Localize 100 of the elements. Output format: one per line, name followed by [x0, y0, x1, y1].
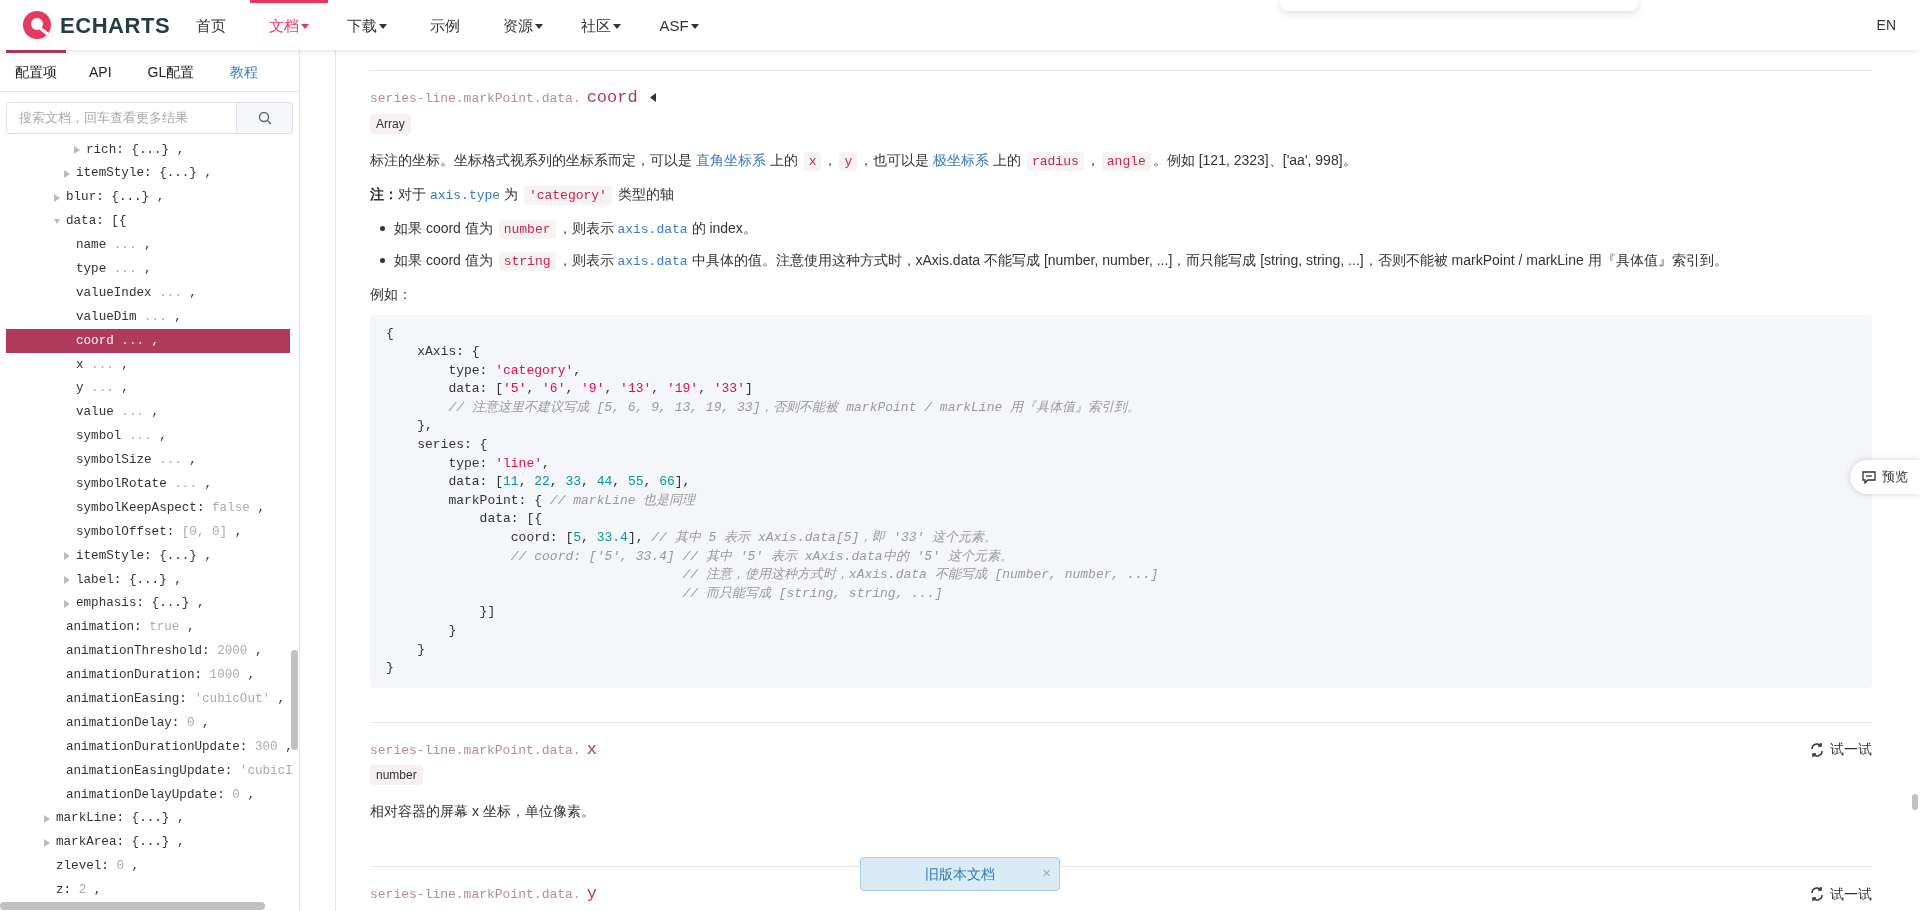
refresh-icon — [1810, 887, 1824, 902]
tree-item[interactable]: x ... , — [6, 353, 290, 377]
inline-code: number — [498, 219, 556, 239]
tree-item[interactable]: y ... , — [6, 376, 290, 401]
code-line: data: ['5', '6', '9', '13', '19', '33'] — [447, 380, 753, 399]
type-badge: Array — [370, 113, 411, 134]
caret-right-icon — [64, 169, 70, 178]
nav-item[interactable]: 首页 — [172, 0, 250, 50]
scrollbar-thumb[interactable] — [1912, 794, 1918, 810]
code-link[interactable]: axis.type — [429, 187, 501, 203]
tree-item[interactable]: animation: true , — [6, 615, 290, 640]
code-line: // 而只能写成 [string, string, ...] — [681, 584, 943, 603]
caret-down-icon — [54, 217, 60, 226]
code-line: // coord: ['5', 33.4] // 其中 '5' 表示 xAxis.data中的 '5' 这个元素。 — [509, 547, 1013, 566]
chat-icon — [1862, 470, 1876, 484]
preview-button[interactable]: 预览 — [1850, 460, 1920, 494]
tree-item[interactable]: symbol ... , — [6, 424, 290, 449]
tree-item[interactable]: zlevel: 0 , — [6, 854, 290, 879]
toast-label: 旧版本文档 — [925, 864, 995, 884]
logo-text: ECHARTS — [60, 11, 171, 40]
code-line: { — [386, 324, 394, 343]
tree-item[interactable]: type ... , — [6, 257, 290, 282]
tree-item[interactable]: animationThreshold: 2000 , — [6, 639, 290, 664]
sidebar-tab[interactable]: GL配置 — [138, 49, 204, 92]
scrollbar-thumb[interactable] — [291, 650, 298, 750]
tree-item[interactable]: name ... , — [6, 233, 290, 258]
tree-item[interactable]: animationDuration: 1000 , — [6, 663, 290, 688]
description-text: 标注的坐标。坐标格式视系列的坐标系而定，可以是 直角坐标系 上的 x ， y ，也可以是 极坐标系 上的 radius ， angle 。例如 [121, 2323]、['aa', 998]。 — [370, 150, 1358, 173]
code-line: } — [447, 622, 457, 640]
tree-item[interactable]: animationEasingUpdate: 'cubicI — [6, 759, 290, 784]
tree-item[interactable]: symbolKeepAspect: false , — [6, 496, 290, 521]
tree-item[interactable]: value ... , — [6, 400, 290, 425]
tree-item[interactable]: label: {...} , — [6, 568, 290, 592]
nav-item[interactable]: ASF — [640, 0, 718, 50]
nav-item[interactable]: 资源 — [484, 0, 562, 50]
inline-code: y — [839, 151, 858, 171]
tree-item[interactable]: itemStyle: {...} , — [6, 544, 290, 569]
tree-item[interactable]: animationEasing: 'cubicOut' , — [6, 687, 290, 712]
bullet-text: 如果 coord 值为 string ，则表示 axis.data 中具体的值。注意使用这种方式时，xAxis.data 不能写成 [number, number, ...]，而只能写成 [string, string, ...]，否则不能被 markPoint / markLine 用『具体值』索引到。 — [394, 250, 1728, 273]
nav-item[interactable]: 社区 — [562, 0, 640, 50]
caret-right-icon — [44, 838, 50, 847]
nav-item[interactable]: 下载 — [328, 0, 406, 50]
code-line: // 注意这里不建议写成 [5, 6, 9, 13, 19, 33]，否则不能被 markPoint / markLine 用『具体值』索引到。 — [447, 398, 1141, 417]
nav-item[interactable]: 文档 — [250, 0, 328, 50]
code-line: type: 'line', — [447, 454, 550, 473]
try-button[interactable]: 试一试 — [1810, 739, 1872, 761]
tree-item[interactable]: valueIndex ... , — [6, 281, 290, 306]
code-link[interactable]: axis.data — [617, 253, 688, 269]
type-badge: number — [370, 765, 423, 786]
caret-right-icon — [74, 145, 80, 154]
description-text: 相对容器的屏幕 x 坐标，单位像素。 — [370, 802, 596, 822]
bullet-icon — [380, 257, 385, 263]
old-docs-toast[interactable]: 旧版本文档 × — [860, 857, 1060, 891]
tree-item[interactable]: rich: {...} , — [6, 138, 290, 162]
sidebar-tab[interactable]: API — [80, 49, 121, 92]
language-link[interactable]: EN — [1876, 14, 1896, 36]
doc-link[interactable]: 极坐标系 — [933, 151, 990, 168]
tree-item[interactable]: symbolSize ... , — [6, 448, 290, 473]
code-line: } — [386, 659, 394, 678]
tree-item[interactable]: blur: {...} , — [6, 185, 290, 210]
caret-right-icon — [44, 814, 50, 823]
option-title: series-line.markPoint.data. x — [370, 738, 597, 761]
description-text: 注：对于 axis.type 为 'category' 类型的轴 — [370, 184, 675, 207]
refresh-icon — [1810, 742, 1824, 757]
code-line: }] — [478, 603, 496, 622]
search-field[interactable]: 搜索文档，回车查看更多结果 — [6, 102, 237, 134]
tree-item[interactable]: itemStyle: {...} , — [6, 161, 290, 186]
description-text: 例如： — [370, 284, 413, 304]
inline-code: radius — [1026, 151, 1084, 171]
scrollbar-thumb[interactable] — [0, 902, 265, 910]
caret-right-icon — [64, 575, 70, 584]
tree-item[interactable]: valueDim ... , — [6, 305, 290, 330]
nav-item[interactable]: 示例 — [406, 0, 484, 50]
code-line: }, — [416, 417, 433, 436]
tree-item[interactable]: animationDelayUpdate: 0 , — [6, 783, 290, 807]
tree-item[interactable]: data: [{ — [6, 209, 290, 234]
caret-right-icon — [64, 599, 70, 608]
caret-left-icon[interactable] — [649, 93, 656, 103]
option-title: series-line.markPoint.data. y — [370, 883, 597, 906]
tree-item[interactable]: coord ... , — [6, 329, 290, 353]
tree-item[interactable]: emphasis: {...} , — [6, 591, 290, 616]
tree-item[interactable]: markArea: {...} , — [6, 830, 290, 855]
doc-link[interactable]: 直角坐标系 — [695, 151, 766, 168]
try-button[interactable]: 试一试 — [1810, 883, 1872, 905]
code-link[interactable]: axis.data — [617, 221, 688, 237]
tree-item[interactable]: z: 2 , — [6, 878, 290, 903]
tree-item[interactable]: markLine: {...} , — [6, 806, 290, 831]
sidebar-tab[interactable]: 配置项 — [6, 49, 66, 92]
tree-item[interactable]: symbolRotate ... , — [6, 472, 290, 497]
inline-code: string — [498, 251, 556, 271]
code-line: // 注意，使用这种方式时，xAxis.data 不能写成 [number, number, ...] — [681, 566, 1159, 585]
tree-item[interactable]: symbolOffset: [0, 0] , — [6, 520, 290, 545]
tree-item[interactable]: animationDurationUpdate: 300 , — [6, 735, 290, 760]
inline-code: x — [803, 151, 822, 171]
search-button[interactable] — [237, 102, 293, 134]
inline-code: angle — [1101, 151, 1151, 171]
code-line: markPoint: { // markLine 也是同理 — [447, 491, 696, 510]
tree-item[interactable]: animationDelay: 0 , — [6, 711, 290, 736]
tutorial-link[interactable]: 教程 — [221, 49, 268, 92]
caret-right-icon — [54, 193, 60, 202]
